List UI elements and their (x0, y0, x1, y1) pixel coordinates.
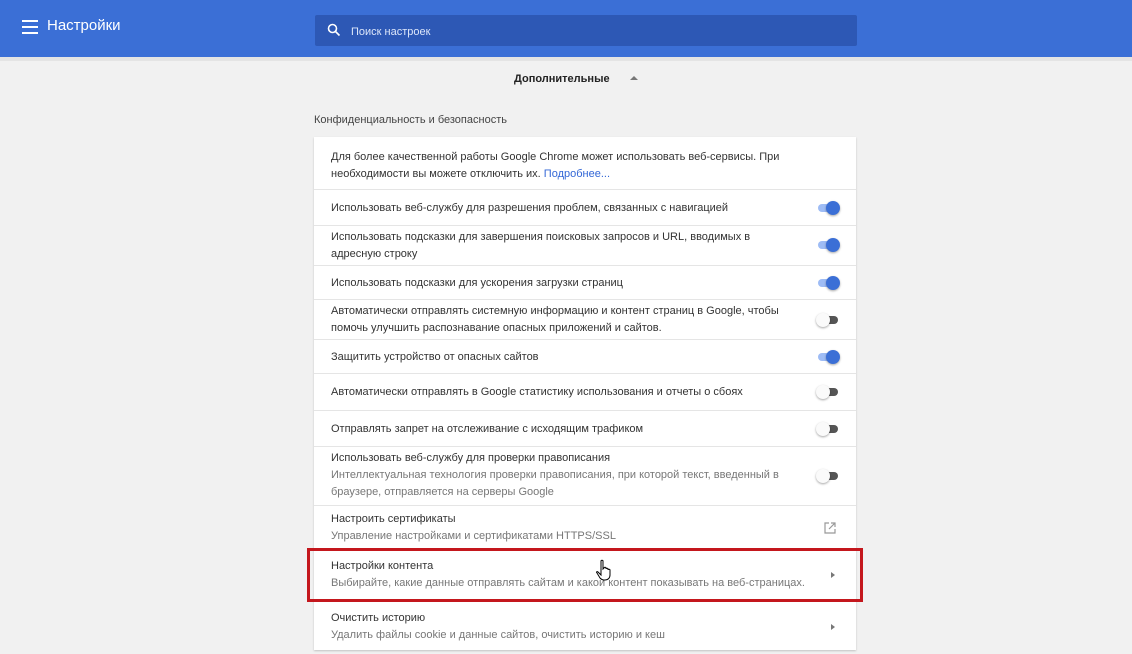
toggle-switch[interactable] (816, 238, 840, 252)
clear-history-row[interactable]: Очистить историю Удалить файлы cookie и … (314, 599, 856, 651)
link-label: Настроить сертификаты Управление настрой… (331, 511, 801, 545)
setting-label: Использовать веб-службу для разрешения п… (331, 202, 729, 214)
setting-row[interactable]: Защитить устройство от опасных сайтов (314, 339, 856, 374)
intro-row: Для более качественной работы Google Chr… (314, 137, 856, 189)
link-title: Настроить сертификаты (331, 513, 456, 525)
toggle-switch[interactable] (816, 385, 840, 399)
setting-description: Интеллектуальная технология проверки пра… (331, 469, 779, 498)
menu-icon[interactable] (22, 20, 38, 34)
setting-row[interactable]: Автоматически отправлять системную инфор… (314, 299, 856, 340)
toggle-switch[interactable] (816, 313, 840, 327)
page-title: Настройки (47, 17, 121, 34)
link-title: Очистить историю (331, 612, 426, 624)
setting-row[interactable]: Использовать веб-службу для проверки пра… (314, 446, 856, 506)
link-label: Настройки контента Выбирайте, какие данн… (331, 558, 811, 592)
setting-label: Использовать подсказки для завершения по… (331, 231, 751, 260)
setting-label: Использовать веб-службу для проверки пра… (331, 450, 801, 501)
link-title: Настройки контента (331, 560, 434, 572)
setting-label: Защитить устройство от опасных сайтов (331, 351, 539, 363)
link-description: Управление настройками и сертификатами H… (331, 530, 616, 542)
setting-label: Использовать подсказки для ускорения заг… (331, 277, 623, 289)
toggle-switch[interactable] (816, 201, 840, 215)
setting-row[interactable]: Использовать веб-службу для разрешения п… (314, 189, 856, 226)
setting-label: Отправлять запрет на отслеживание с исхо… (331, 423, 644, 435)
link-label: Очистить историю Удалить файлы cookie и … (331, 610, 811, 644)
setting-label: Автоматически отправлять в Google статис… (331, 386, 743, 398)
advanced-toggle-button[interactable]: Дополнительные (514, 73, 610, 85)
chevron-up-icon[interactable] (630, 76, 638, 80)
link-description: Удалить файлы cookie и данные сайтов, оч… (331, 629, 665, 641)
setting-title: Использовать веб-службу для проверки пра… (331, 452, 611, 464)
toggle-switch[interactable] (816, 350, 840, 364)
chevron-right-icon (831, 624, 835, 630)
top-bar: Настройки (0, 0, 1132, 57)
hand-cursor-icon (596, 559, 611, 581)
toggle-switch[interactable] (816, 422, 840, 436)
chevron-right-icon (831, 572, 835, 578)
setting-row[interactable]: Отправлять запрет на отслеживание с исхо… (314, 410, 856, 447)
setting-row[interactable]: Использовать подсказки для завершения по… (314, 225, 856, 266)
setting-label: Автоматически отправлять системную инфор… (331, 305, 779, 334)
settings-card: Для более качественной работы Google Chr… (314, 137, 856, 650)
setting-row[interactable]: Использовать подсказки для ускорения заг… (314, 265, 856, 300)
search-icon (327, 23, 341, 37)
setting-row[interactable]: Автоматически отправлять в Google статис… (314, 373, 856, 411)
external-link-icon[interactable] (824, 522, 836, 534)
link-description: Выбирайте, какие данные отправлять сайта… (331, 577, 805, 589)
search-box[interactable] (315, 15, 857, 48)
content-settings-row[interactable]: Настройки контента Выбирайте, какие данн… (314, 549, 856, 600)
header-divider (0, 57, 1132, 61)
search-input[interactable] (349, 15, 843, 48)
toggle-switch[interactable] (816, 276, 840, 290)
learn-more-link[interactable]: Подробнее... (544, 168, 610, 180)
toggle-switch[interactable] (816, 469, 840, 483)
intro-text: Для более качественной работы Google Chr… (331, 149, 841, 183)
manage-certificates-row[interactable]: Настроить сертификаты Управление настрой… (314, 505, 856, 550)
section-title: Конфиденциальность и безопасность (314, 114, 507, 126)
